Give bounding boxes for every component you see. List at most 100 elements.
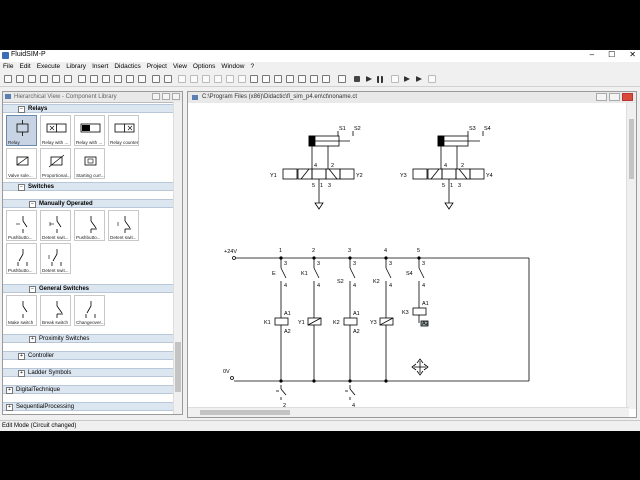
section-relays[interactable]: − Relays [3, 104, 175, 113]
zoom-last-icon[interactable] [322, 75, 330, 83]
play-icon[interactable] [366, 76, 372, 82]
rung-3[interactable] [343, 256, 358, 383]
zoom-out-icon[interactable] [274, 75, 282, 83]
section-switches[interactable]: − Switches [3, 182, 175, 191]
library-item-proportional[interactable]: Proportional... [40, 148, 71, 179]
menu-library[interactable]: Library [63, 62, 89, 72]
library-item-relay-counter[interactable]: Relay counter [108, 115, 139, 146]
valve-1[interactable] [282, 168, 355, 210]
align-icon[interactable] [164, 75, 172, 83]
check-circuit-icon[interactable] [338, 75, 346, 83]
align-middle-icon[interactable] [226, 75, 234, 83]
save-icon[interactable] [28, 75, 36, 83]
expand-icon[interactable]: + [6, 387, 13, 394]
expand-icon[interactable]: + [18, 370, 25, 377]
menu-project[interactable]: Project [144, 62, 170, 72]
cylinder-1[interactable] [308, 131, 354, 147]
library-item-valve-solenoid[interactable]: Valve sole... [6, 148, 37, 179]
menu-view[interactable]: View [170, 62, 190, 72]
cylinder-2[interactable] [437, 131, 484, 147]
diagram-minimize-button[interactable] [596, 93, 607, 101]
contact-bottom-2[interactable] [345, 385, 356, 400]
align-center-icon[interactable] [190, 75, 198, 83]
diagram-close-button[interactable] [622, 93, 633, 101]
minimize-button[interactable]: – [590, 50, 594, 59]
library-item-pushbutton-3[interactable]: Pushbutto... [6, 243, 37, 274]
section-digital-technique[interactable]: + DigitalTechnique [3, 385, 175, 394]
library-item-changeover[interactable]: Changeover... [74, 295, 105, 326]
library-item-detent-switch-2[interactable]: Detent swit... [108, 210, 139, 241]
select-all-icon[interactable] [152, 75, 160, 83]
align-top-icon[interactable] [214, 75, 222, 83]
section-sequential-processing[interactable]: + SequentialProcessing [3, 402, 175, 411]
undo-icon[interactable] [78, 75, 86, 83]
menu-execute[interactable]: Execute [34, 62, 64, 72]
new-file-icon[interactable] [4, 75, 12, 83]
library-item-relay-with[interactable]: Relay with ... [40, 115, 71, 146]
stop-icon[interactable] [354, 76, 360, 82]
diagram-vscroll-thumb[interactable] [629, 119, 634, 179]
collapse-icon[interactable]: − [29, 201, 36, 208]
menu-didactics[interactable]: Didactics [111, 62, 143, 72]
library-item-break-switch[interactable]: Break switch [40, 295, 71, 326]
expand-icon[interactable]: + [18, 353, 25, 360]
library-item-relay-with-2[interactable]: Relay with ... [74, 115, 105, 146]
print-icon[interactable] [52, 75, 60, 83]
rung-5[interactable] [412, 256, 429, 327]
library-maximize-button[interactable] [162, 93, 170, 100]
supply-terminal-neg[interactable] [230, 376, 234, 380]
maximize-button[interactable]: ☐ [608, 50, 615, 59]
section-general-switches[interactable]: − General Switches [3, 284, 175, 293]
expand-icon[interactable]: + [29, 336, 36, 343]
close-button[interactable]: ✕ [629, 50, 636, 59]
menu-window[interactable]: Window [218, 62, 247, 72]
step-end-icon[interactable] [428, 75, 436, 83]
collapse-icon[interactable]: − [29, 286, 36, 293]
collapse-icon[interactable]: − [18, 184, 25, 191]
contact-bottom-1[interactable] [276, 385, 287, 400]
menu-insert[interactable]: Insert [89, 62, 111, 72]
pause-icon[interactable] [377, 76, 383, 83]
diagram-hscroll-thumb[interactable] [200, 410, 290, 415]
align-right-icon[interactable] [202, 75, 210, 83]
zoom-previous-icon[interactable] [310, 75, 318, 83]
supply-terminal-pos[interactable] [232, 256, 236, 260]
zoom-window-icon[interactable] [298, 75, 306, 83]
align-left-icon[interactable] [178, 75, 186, 83]
section-ladder-symbols[interactable]: + Ladder Symbols [3, 368, 175, 377]
section-proximity-switches[interactable]: + Proximity Switches [3, 334, 175, 343]
section-controller[interactable]: + Controller [3, 351, 175, 360]
library-item-starting-current[interactable]: Starting curr... [74, 148, 105, 179]
library-item-relay[interactable]: Relay [6, 115, 37, 146]
grid-icon[interactable] [250, 75, 258, 83]
library-item-pushbutton-2[interactable]: Pushbutto... [74, 210, 105, 241]
library-item-make-switch[interactable]: Make switch [6, 295, 37, 326]
valve-2[interactable] [412, 168, 485, 210]
fast-forward-icon[interactable] [416, 76, 422, 82]
library-scrollbar[interactable] [173, 102, 182, 414]
diagram-horizontal-scrollbar[interactable] [188, 407, 629, 417]
section-manually-operated[interactable]: − Manually Operated [3, 199, 175, 208]
open-file-icon[interactable] [16, 75, 24, 83]
rung-1[interactable] [274, 256, 289, 383]
menu-edit[interactable]: Edit [16, 62, 33, 72]
diagram-vertical-scrollbar[interactable] [626, 103, 636, 409]
diagram-canvas[interactable]: S1 S2 Y1 Y2 4 2 5 1 3 S3 S4 Y3 Y4 4 2 5 … [188, 103, 629, 409]
rung-2[interactable] [307, 256, 322, 383]
collapse-icon[interactable]: − [18, 106, 25, 113]
library-item-detent-switch-1[interactable]: Detent swit... [40, 210, 71, 241]
library-minimize-button[interactable] [152, 93, 160, 100]
cut-icon[interactable] [102, 75, 110, 83]
delete-icon[interactable] [138, 75, 146, 83]
zoom-in-icon[interactable] [262, 75, 270, 83]
expand-icon[interactable]: + [6, 404, 13, 411]
redo-icon[interactable] [90, 75, 98, 83]
paste-icon[interactable] [126, 75, 134, 83]
step-forward-icon[interactable] [404, 76, 410, 82]
library-scroll-thumb[interactable] [175, 342, 181, 392]
zoom-fit-icon[interactable] [286, 75, 294, 83]
diagram-maximize-button[interactable] [609, 93, 620, 101]
library-close-button[interactable] [172, 93, 180, 100]
print-preview-icon[interactable] [40, 75, 48, 83]
copy-icon[interactable] [114, 75, 122, 83]
